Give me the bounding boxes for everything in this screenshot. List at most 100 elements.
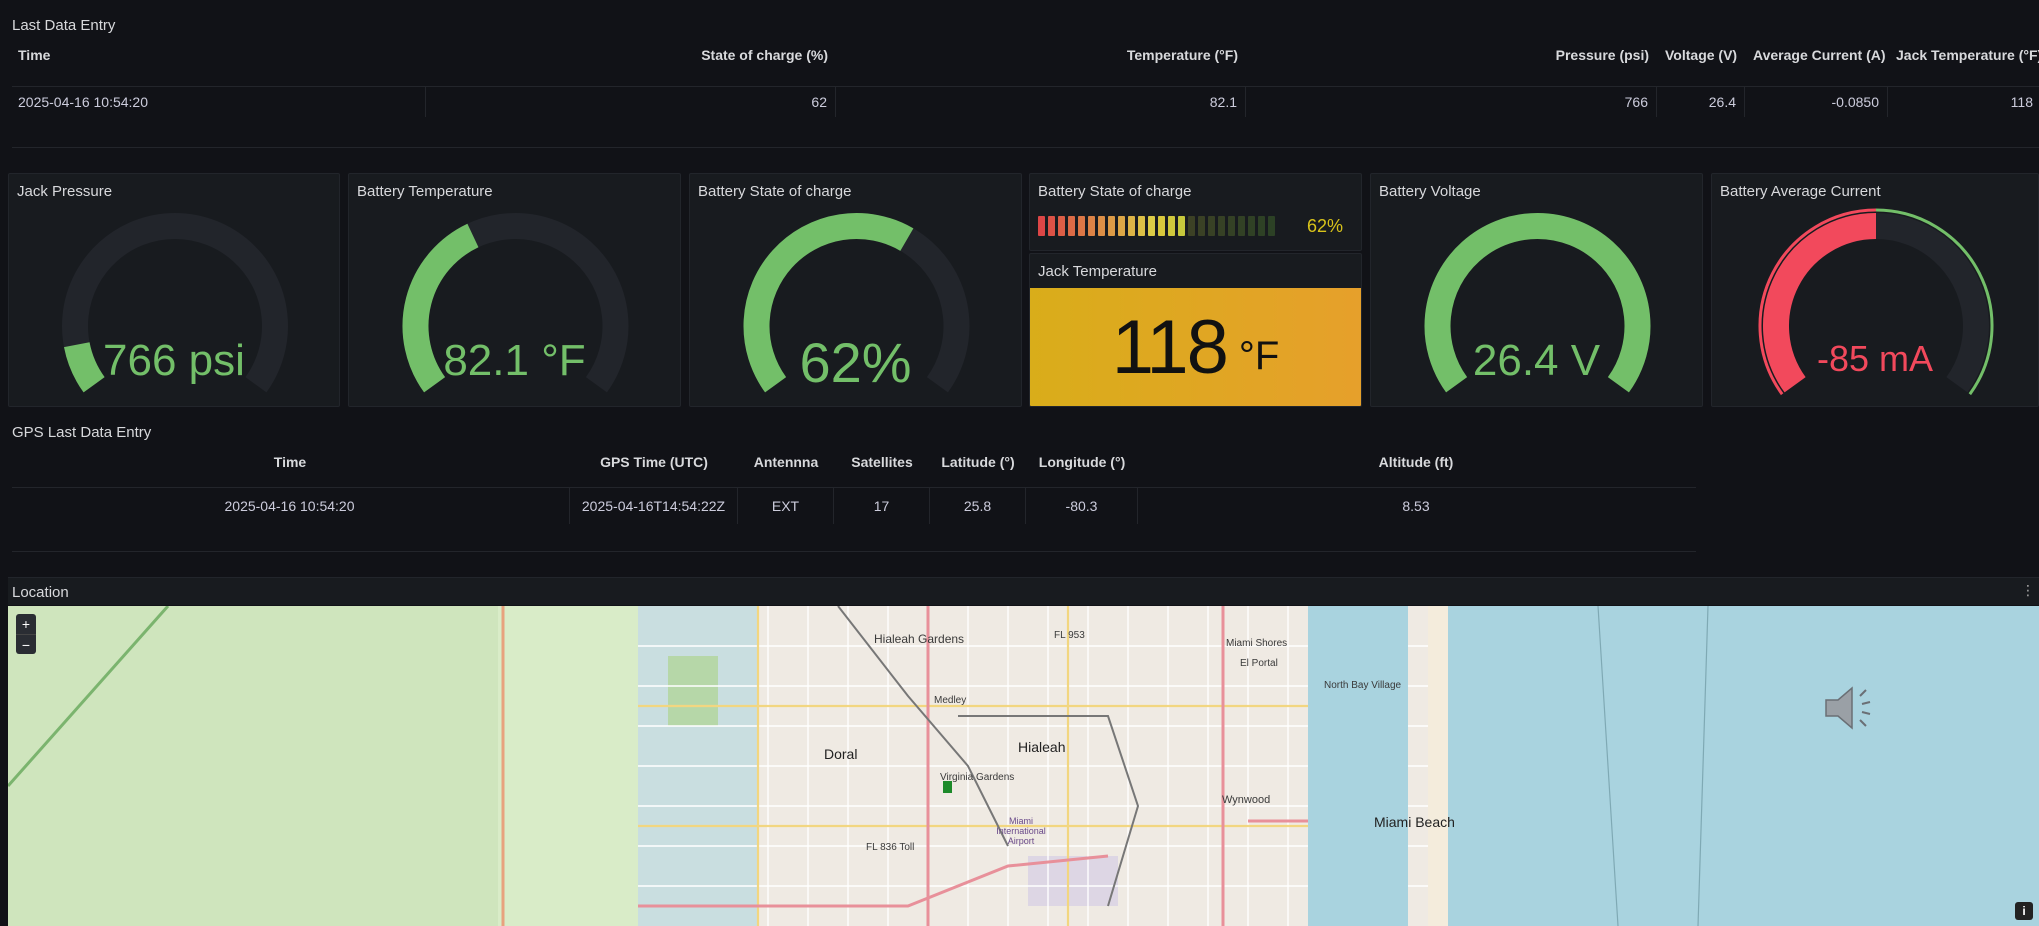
col-voltage[interactable]: Voltage (V) (1657, 47, 1745, 63)
col-time[interactable]: Time (10, 47, 426, 63)
col-antenna[interactable]: Antennna (738, 454, 834, 470)
col-latitude[interactable]: Latitude (°) (930, 454, 1026, 470)
map-label: Virginia Gardens (940, 772, 1015, 783)
gauge-value: 766 psi (103, 336, 245, 385)
map[interactable]: Hialeah Gardens FL 953 Miami Shores El P… (8, 606, 2039, 926)
last-data-entry-header: Time State of charge (%) Temperature (°F… (10, 42, 2039, 68)
bar-gauge-cell (1128, 216, 1135, 236)
cell-antenna: EXT (738, 488, 834, 524)
map-label: El Portal (1240, 658, 1278, 669)
bar-gauge-cell (1228, 216, 1235, 236)
gps-header: Time GPS Time (UTC) Antennna Satellites … (10, 449, 1694, 475)
jack-temperature-panel[interactable]: Jack Temperature 118 °F (1029, 253, 1362, 407)
panel-title: Jack Temperature (1038, 263, 1157, 280)
bar-gauge-cell (1188, 216, 1195, 236)
divider (12, 551, 1696, 552)
map-label: Miami Shores (1226, 638, 1288, 649)
bar-gauge-cell (1038, 216, 1045, 236)
panel-title: Battery State of charge (1038, 183, 1192, 200)
battery-voltage-panel[interactable]: Battery Voltage 26.4 V (1370, 173, 1703, 407)
battery-soc-panel[interactable]: Battery State of charge 62% (689, 173, 1022, 407)
cell-jack-temp: 118 (2010, 94, 2033, 110)
cell-altitude: 8.53 (1402, 498, 1430, 514)
bar-gauge-cell (1148, 216, 1155, 236)
gauge-value: -85 mA (1816, 338, 1934, 379)
cell-time: 2025-04-16 10:54:20 (10, 87, 426, 117)
cell-avg-current: -0.0850 (1745, 87, 1888, 117)
gauge-value: 26.4 V (1472, 336, 1601, 385)
stat-background: 118 °F (1030, 288, 1361, 406)
cell-longitude: -80.3 (1026, 488, 1138, 524)
bar-gauge-cell (1238, 216, 1245, 236)
cell-pressure: 766 (1246, 87, 1657, 117)
bar-gauge-cell (1158, 216, 1165, 236)
gauge-value: 82.1 °F (443, 336, 586, 385)
map-label: FL 836 Toll (866, 842, 915, 853)
bar-gauge-cell (1268, 216, 1275, 236)
stat-unit: °F (1238, 333, 1280, 378)
bar-gauge-cell (1078, 216, 1085, 236)
zoom-out-button[interactable]: − (16, 634, 36, 654)
map-label: Hialeah Gardens (874, 632, 965, 646)
map-tiles (8, 606, 2039, 926)
cell-soc: 62 (426, 87, 836, 117)
bar-gauge-cell (1168, 216, 1175, 236)
gauge-value: 62% (799, 331, 912, 394)
cell-temperature: 82.1 (836, 87, 1246, 117)
col-gps-time[interactable]: GPS Time (UTC) (570, 454, 738, 470)
zoom-in-button[interactable]: + (16, 614, 36, 634)
cell-gps-time: 2025-04-16T14:54:22Z (570, 488, 738, 524)
map-label: Hialeah (1018, 739, 1066, 755)
cell-latitude: 25.8 (930, 488, 1026, 524)
battery-soc-bar-panel[interactable]: Battery State of charge 62% (1029, 173, 1362, 251)
col-temperature[interactable]: Temperature (°F) (836, 47, 1246, 63)
bar-gauge-cell (1048, 216, 1055, 236)
zoom-control: + − (16, 614, 36, 654)
dashboard: Last Data Entry Time State of charge (%)… (8, 6, 2039, 926)
bar-gauge-cell (1098, 216, 1105, 236)
cell-satellites: 17 (834, 488, 930, 524)
col-avg-current[interactable]: Average Current (A) (1745, 47, 1888, 63)
bar-gauge-cell (1138, 216, 1145, 236)
bar-gauge-cell (1178, 216, 1185, 236)
col-jack-temp[interactable]: Jack Temperature (°F) (1888, 47, 2039, 63)
bar-gauge-cell (1198, 216, 1205, 236)
col-longitude[interactable]: Longitude (°) (1026, 454, 1138, 470)
location-header: Location ⋮ (8, 577, 2039, 605)
battery-temperature-panel[interactable]: Battery Temperature 82.1 °F (348, 173, 681, 407)
map-label: Wynwood (1222, 794, 1271, 806)
location-title: Location (12, 584, 69, 601)
col-satellites[interactable]: Satellites (834, 454, 930, 470)
map-label: Miami International Airport (996, 816, 1046, 846)
gps-title: GPS Last Data Entry (12, 424, 152, 441)
col-pressure[interactable]: Pressure (psi) (1246, 47, 1657, 63)
divider (12, 147, 2039, 148)
bar-gauge-value: 62% (1306, 216, 1343, 236)
col-altitude[interactable]: Altitude (ft) (1138, 454, 1694, 470)
menu-icon[interactable]: ⋮ (2021, 582, 2035, 599)
speaker-icon[interactable] (1820, 678, 1890, 738)
bar-gauge-cell (1108, 216, 1115, 236)
bar-gauge (1038, 216, 1275, 236)
col-time[interactable]: Time (10, 454, 570, 470)
info-icon[interactable]: i (2015, 902, 2033, 920)
battery-current-panel[interactable]: Battery Average Current -85 mA (1711, 173, 2039, 407)
bar-gauge-cell (1248, 216, 1255, 236)
map-label: Doral (824, 746, 858, 762)
bar-gauge-cell (1218, 216, 1225, 236)
jack-pressure-panel[interactable]: Jack Pressure 766 psi (8, 173, 340, 407)
bar-gauge-cell (1068, 216, 1075, 236)
map-label: Medley (934, 695, 967, 706)
bar-gauge-cell (1118, 216, 1125, 236)
last-data-entry-title: Last Data Entry (12, 17, 116, 34)
bar-gauge-cell (1208, 216, 1215, 236)
map-label: North Bay Village (1324, 680, 1402, 691)
bar-gauge-cell (1258, 216, 1265, 236)
map-label: FL 953 (1054, 630, 1085, 641)
table-row: 2025-04-16 10:54:20 62 82.1 766 26.4 -0.… (10, 87, 2039, 117)
stat-value: 118 (1111, 304, 1229, 390)
table-row: 2025-04-16 10:54:20 2025-04-16T14:54:22Z… (10, 488, 1694, 524)
map-label: Miami Beach (1374, 814, 1455, 830)
col-soc[interactable]: State of charge (%) (426, 47, 836, 63)
bar-gauge-cell (1088, 216, 1095, 236)
